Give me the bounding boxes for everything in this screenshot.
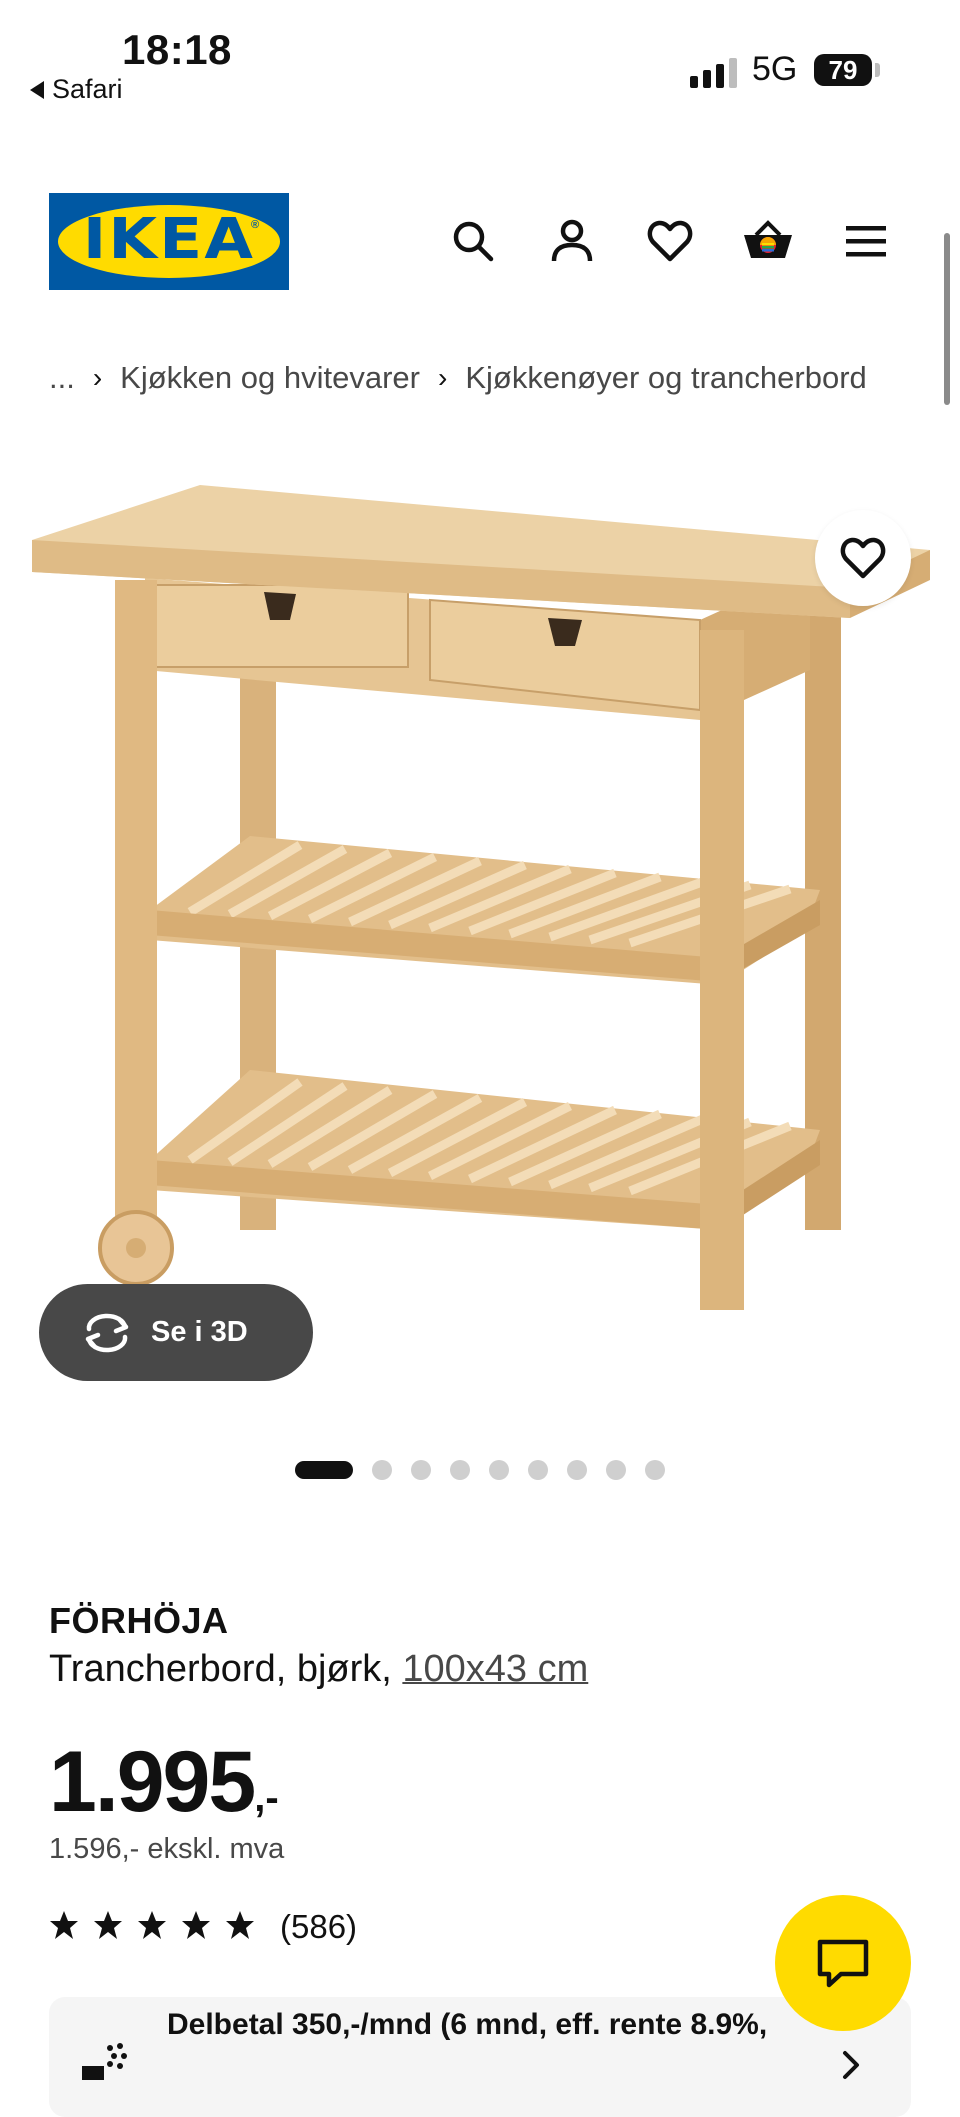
account-icon[interactable] [544,213,600,269]
cellular-signal-icon [690,56,737,88]
back-app-label: Safari [52,74,123,104]
carousel-dot[interactable] [606,1460,626,1480]
image-carousel-indicator[interactable] [295,1460,665,1480]
star-icon [50,1911,78,1939]
price-excl-vat: 1.596,- ekskl. mva [49,1833,285,1865]
view-in-3d-label: Se i 3D [151,1316,248,1348]
battery-icon: 79 [814,54,872,86]
chevron-right-icon: › [437,362,448,393]
carousel-dot[interactable] [450,1460,470,1480]
ikea-logo[interactable]: IKEA ® [49,193,289,290]
carousel-dot[interactable] [489,1460,509,1480]
chevron-right-icon[interactable] [840,2050,862,2085]
save-to-favourites-button[interactable] [815,510,911,606]
breadcrumb-ellipsis[interactable]: ... [49,360,75,396]
network-type: 5G [752,50,798,88]
menu-icon[interactable] [838,213,894,269]
product-price: 1.995,- [49,1733,279,1832]
wishlist-heart-icon[interactable] [642,213,698,269]
product-type: Trancherbord, bjørk, [49,1648,403,1690]
product-description: Trancherbord, bjørk, 100x43 cm [49,1648,588,1691]
star-icon [138,1911,166,1939]
chat-bubble-icon [817,1939,869,1988]
customer-chat-button[interactable] [775,1895,911,2031]
carousel-dot[interactable] [372,1460,392,1480]
price-suffix: ,- [254,1776,279,1820]
heart-icon [840,537,886,579]
view-in-3d-button[interactable]: Se i 3D [39,1284,313,1381]
basket-icon[interactable] [740,213,796,269]
search-icon[interactable] [445,213,501,269]
status-time: 18:18 [122,26,232,73]
breadcrumb: ... › Kjøkken og hvitevarer › Kjøkkenøye… [49,360,867,396]
review-count[interactable]: (586) [280,1908,357,1946]
financing-text: Delbetal 350,-/mnd (6 mnd, eff. rente 8.… [167,2008,768,2041]
logo-text: IKEA [82,207,256,272]
payment-icon [80,2040,134,2085]
battery-tip [875,63,880,77]
product-dimensions-link[interactable]: 100x43 cm [402,1648,588,1690]
back-arrow-icon [30,80,44,99]
carousel-dot[interactable] [411,1460,431,1480]
carousel-dot[interactable] [567,1460,587,1480]
carousel-dot-active[interactable] [295,1461,353,1479]
carousel-dot[interactable] [645,1460,665,1480]
rating-stars[interactable] [49,1910,255,1940]
chevron-right-icon: › [92,362,103,393]
registered-mark: ® [251,219,260,231]
star-icon [182,1911,210,1939]
page-scrollbar[interactable] [944,233,950,405]
star-icon [94,1911,122,1939]
carousel-dot[interactable] [528,1460,548,1480]
breadcrumb-item-kitchen[interactable]: Kjøkken og hvitevarer [120,360,420,396]
price-main: 1.995 [49,1734,256,1830]
breadcrumb-item-kitchen-islands[interactable]: Kjøkkenøyer og trancherbord [465,360,866,396]
rotate-3d-icon [85,1313,129,1352]
star-icon [226,1911,254,1939]
back-to-safari[interactable]: Safari [30,74,123,105]
product-name: FÖRHÖJA [49,1600,229,1641]
